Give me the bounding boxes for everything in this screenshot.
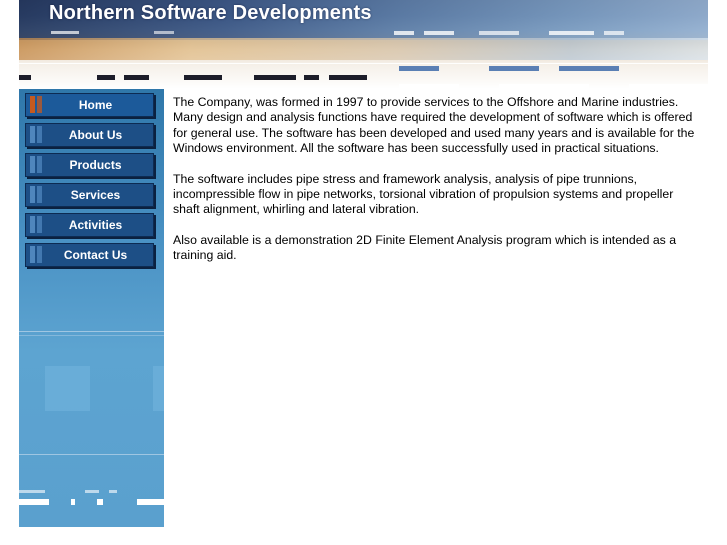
nav-products[interactable]: Products bbox=[25, 153, 154, 177]
nav-label: Contact Us bbox=[63, 248, 128, 262]
nav-label: Activities bbox=[68, 218, 123, 232]
nav-services[interactable]: Services bbox=[25, 183, 154, 207]
nav-marker-icon bbox=[30, 126, 42, 143]
sidebar: Home About Us Products Services Activiti… bbox=[19, 89, 164, 527]
nav-contact-us[interactable]: Contact Us bbox=[25, 243, 154, 267]
software-paragraph: The software includes pipe stress and fr… bbox=[173, 171, 674, 217]
nav-marker-icon bbox=[30, 216, 42, 233]
nav-marker-icon bbox=[30, 96, 42, 113]
nav-label: Services bbox=[70, 188, 121, 202]
nav-activities[interactable]: Activities bbox=[25, 213, 154, 237]
nav-label: Home bbox=[78, 98, 113, 112]
header-banner: Northern Software Developments bbox=[19, 0, 708, 89]
nav-label: Products bbox=[69, 158, 122, 172]
intro-paragraph: The Company, was formed in 1997 to provi… bbox=[173, 95, 695, 156]
demo-paragraph: Also available is a demonstration 2D Fin… bbox=[173, 232, 677, 263]
nav-label: About Us bbox=[68, 128, 123, 142]
site-title: Northern Software Developments bbox=[49, 2, 372, 24]
nav-marker-icon bbox=[30, 156, 42, 173]
main-content: The Company, was formed in 1997 to provi… bbox=[173, 95, 698, 279]
main-navigation: Home About Us Products Services Activiti… bbox=[25, 93, 154, 273]
nav-marker-icon bbox=[30, 186, 42, 203]
nav-about-us[interactable]: About Us bbox=[25, 123, 154, 147]
nav-marker-icon bbox=[30, 246, 42, 263]
nav-home[interactable]: Home bbox=[25, 93, 154, 117]
